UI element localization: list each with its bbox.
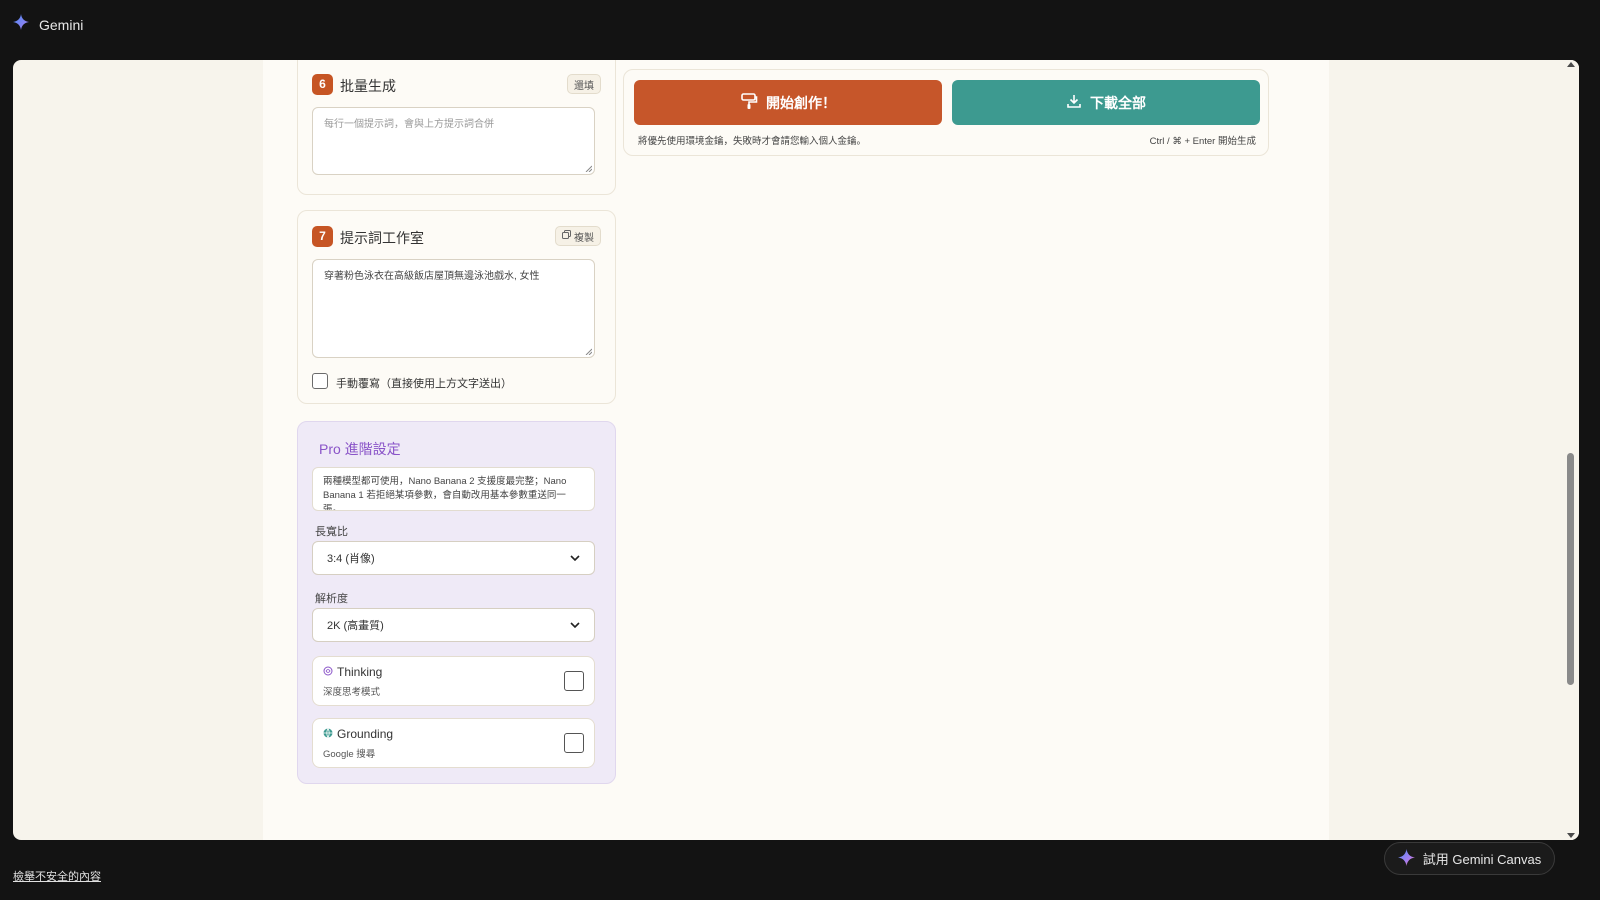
thinking-option: Thinking 深度思考模式 (312, 656, 595, 706)
download-icon (1066, 93, 1082, 112)
prompt-studio-card: 7 提示詞工作室 複製 穿著粉色泳衣在高級飯店屋頂無邊泳池戲水, 女性 手動覆寫… (297, 210, 616, 404)
clear-button[interactable]: 還填 (567, 74, 601, 94)
app-viewport: 6 批量生成 還填 每行一個提示詞，會與上方提示詞合併 7 提示詞工作室 複製 … (13, 60, 1579, 840)
action-panel: 開始創作！ 下載全部 將優先使用環境金鑰，失敗時才會請您輸入個人金鑰。 Ctrl… (623, 69, 1269, 156)
try-gemini-canvas-label: 試用 Gemini Canvas (1422, 852, 1542, 867)
gemini-sparkle-icon (1397, 848, 1415, 869)
top-bar: Gemini (0, 0, 1600, 60)
start-create-label: 開始創作！ (766, 94, 836, 111)
thinking-subtitle: 深度思考模式 (323, 687, 381, 698)
grounding-option: Grounding Google 搜尋 (312, 718, 595, 768)
scrollbar[interactable] (1563, 60, 1579, 840)
chevron-down-icon (570, 552, 580, 564)
manual-override-checkbox[interactable] (312, 373, 328, 389)
pro-settings-title: Pro 進階設定 (319, 441, 401, 457)
gemini-sparkle-icon (13, 14, 29, 35)
resolution-label: 解析度 (315, 593, 348, 605)
brain-icon (323, 665, 333, 679)
grounding-title-row: Grounding (323, 727, 393, 741)
globe-icon (323, 727, 333, 741)
copy-button-label: 複製 (574, 232, 594, 244)
resize-grip-icon[interactable] (585, 348, 592, 355)
grounding-subtitle: Google 搜尋 (323, 749, 376, 760)
prompt-studio-textarea[interactable]: 穿著粉色泳衣在高級飯店屋頂無邊泳池戲水, 女性 (312, 259, 595, 358)
copy-button[interactable]: 複製 (555, 226, 601, 246)
batch-title: 批量生成 (340, 78, 396, 94)
scroll-up-arrow-icon[interactable] (1567, 62, 1575, 67)
batch-prompts-input[interactable]: 每行一個提示詞，會與上方提示詞合併 (312, 107, 595, 175)
resolution-select[interactable]: 2K (高畫質) (312, 608, 595, 642)
resize-grip-icon[interactable] (585, 165, 592, 172)
copy-icon (562, 230, 571, 242)
shortcut-hint: Ctrl / ⌘ + Enter 開始生成 (1149, 136, 1256, 147)
thinking-title-row: Thinking (323, 665, 382, 679)
download-all-button[interactable]: 下載全部 (952, 80, 1260, 125)
download-all-label: 下載全部 (1090, 94, 1146, 111)
start-create-button[interactable]: 開始創作！ (634, 80, 942, 125)
clear-button-label: 還填 (574, 80, 594, 92)
model-info-note: 兩種模型都可使用，Nano Banana 2 支援度最完整；Nano Banan… (312, 467, 595, 511)
paint-roller-icon (740, 92, 758, 113)
thinking-checkbox[interactable] (564, 671, 584, 691)
step-number-badge: 6 (312, 74, 333, 95)
api-key-hint: 將優先使用環境金鑰，失敗時才會請您輸入個人金鑰。 (638, 136, 867, 147)
aspect-ratio-label: 長寬比 (315, 526, 348, 538)
grounding-title: Grounding (337, 727, 394, 741)
resolution-value: 2K (高畫質) (327, 620, 384, 632)
batch-generate-card: 6 批量生成 還填 每行一個提示詞，會與上方提示詞合併 (297, 60, 616, 195)
scroll-thumb[interactable] (1567, 453, 1574, 685)
pro-settings-card: Pro 進階設定 兩種模型都可使用，Nano Banana 2 支援度最完整；N… (297, 421, 616, 784)
scroll-down-arrow-icon[interactable] (1567, 833, 1575, 838)
thinking-title: Thinking (337, 665, 383, 679)
prompt-text: 穿著粉色泳衣在高級飯店屋頂無邊泳池戲水, 女性 (324, 271, 540, 282)
aspect-ratio-value: 3:4 (肖像) (327, 553, 375, 565)
report-unsafe-content-link[interactable]: 檢舉不安全的內容 (13, 868, 101, 884)
step-number-badge: 7 (312, 226, 333, 247)
aspect-ratio-select[interactable]: 3:4 (肖像) (312, 541, 595, 575)
app-name: Gemini (39, 16, 84, 33)
batch-prompts-placeholder: 每行一個提示詞，會與上方提示詞合併 (324, 119, 494, 130)
manual-override-label: 手動覆寫（直接使用上方文字送出） (336, 378, 512, 390)
studio-title: 提示詞工作室 (340, 230, 424, 246)
grounding-checkbox[interactable] (564, 733, 584, 753)
try-gemini-canvas-button[interactable]: 試用 Gemini Canvas (1384, 842, 1555, 875)
chevron-down-icon (570, 619, 580, 631)
brand[interactable]: Gemini (13, 14, 83, 35)
